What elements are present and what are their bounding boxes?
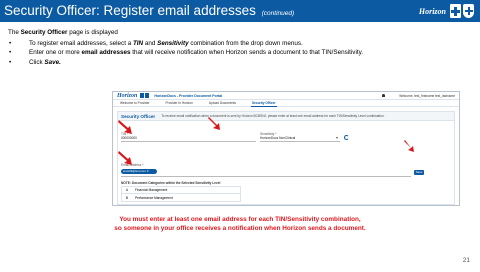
tin-underline	[121, 141, 256, 142]
table-row: B Performance Management	[122, 194, 240, 201]
instruction-item: • To register email addresses, select a T…	[8, 39, 472, 49]
instruction-text: To register email addresses, select a	[29, 39, 133, 47]
instruction-text: and	[143, 39, 158, 47]
brand-logo: Horizon	[419, 3, 474, 19]
nav-tab[interactable]: Security Officer	[250, 100, 277, 107]
slide-title-main: Security Officer: Register email address…	[4, 3, 256, 18]
chevron-down-icon[interactable]: ▾	[336, 135, 338, 140]
callout-arrow-email	[118, 151, 132, 165]
callout-arrow-save	[404, 140, 414, 152]
instructions: The Security Officer page is displayed •…	[8, 28, 472, 67]
blue-shield-icon	[145, 93, 150, 98]
portal-nav: Welcome to Provider Provider In Horizon Up…	[113, 100, 459, 107]
portal-title: HorizonDocs - Provider Document Portal	[154, 93, 223, 98]
callout-arrow-sensitivity	[208, 117, 220, 130]
instruction-text: that will receive notification when Hori…	[130, 49, 364, 57]
instruction-text: Sensitivity	[157, 39, 189, 47]
bell-icon[interactable]	[382, 94, 386, 97]
table-row: A Financial Management	[122, 187, 240, 194]
panel-header: Security Officer To receive email notifi…	[118, 112, 454, 121]
portal-logo: Horizon	[117, 92, 138, 99]
panel-description: To receive email notification when a doc…	[161, 114, 385, 118]
blue-shield-icon	[463, 4, 474, 18]
nav-tab[interactable]: Upload Documents	[208, 100, 237, 106]
title-bar: Security Officer: Register email address…	[0, 0, 480, 22]
callout-arrow-tin	[118, 120, 132, 134]
save-button[interactable]: Save	[414, 170, 424, 175]
intro-after: page is displayed	[67, 29, 118, 36]
bullet-icon: •	[9, 58, 12, 66]
instruction-list: • To register email addresses, select a T…	[8, 39, 472, 68]
warning-line-2: so someone in your office receives a not…	[114, 225, 366, 232]
intro-bold: Security Officer	[20, 29, 68, 36]
warning-message: You must enter at least one email addres…	[60, 215, 420, 233]
bullet-icon: •	[9, 39, 12, 47]
categories-note: NOTE: Document Categories within the Sel…	[121, 181, 221, 185]
category-name: Financial Management	[135, 188, 168, 192]
instruction-text: email addresses	[81, 49, 131, 57]
instruction-text: Enter one or more	[29, 49, 82, 57]
category-code: B	[125, 195, 129, 200]
email-underline	[121, 176, 411, 177]
blue-cross-icon	[140, 93, 145, 98]
category-code: A	[125, 188, 129, 192]
categories-table: A Financial Management B Performance Manage…	[121, 186, 241, 202]
slide-title-suffix: (continued)	[261, 10, 295, 17]
nav-tab[interactable]: Provider In Horizon	[165, 100, 194, 106]
intro-before: The	[8, 29, 21, 36]
instruction-text: combination from the drop down menus.	[188, 39, 303, 47]
bullet-icon: •	[9, 49, 12, 57]
instruction-text: TIN	[132, 39, 144, 47]
intro-text: The Security Officer page is displayed	[8, 28, 472, 38]
category-name: Performance Management	[135, 195, 173, 200]
portal-header: Horizon HorizonDocs - Provider Document …	[113, 92, 459, 100]
slide-title: Security Officer: Register email address…	[4, 3, 294, 18]
warning-line-1: You must enter at least one email addres…	[119, 216, 361, 223]
nav-tab[interactable]: Welcome to Provider	[119, 100, 151, 106]
instruction-item: • Enter one or more email addresses that …	[8, 48, 472, 58]
page-number: 21	[462, 257, 470, 264]
tin-select[interactable]: 000000000	[121, 136, 137, 140]
sensitivity-underline	[260, 141, 340, 142]
instruction-text: Save.	[44, 58, 61, 66]
welcome-text: Welcome, test_firstname test_lastname	[399, 93, 455, 98]
security-officer-panel: Security Officer To receive email notifi…	[117, 111, 455, 205]
email-chip[interactable]: test123@test.com ✕	[121, 169, 157, 174]
instruction-item: • Click Save.	[8, 58, 472, 68]
sensitivity-select[interactable]: HorizonDocs NonClinical	[260, 136, 295, 140]
refresh-icon[interactable]	[344, 135, 349, 140]
instruction-text: Click	[29, 58, 45, 66]
brand-name: Horizon	[418, 6, 446, 16]
panel-title: Security Officer	[121, 113, 156, 119]
blue-cross-icon	[450, 4, 461, 18]
